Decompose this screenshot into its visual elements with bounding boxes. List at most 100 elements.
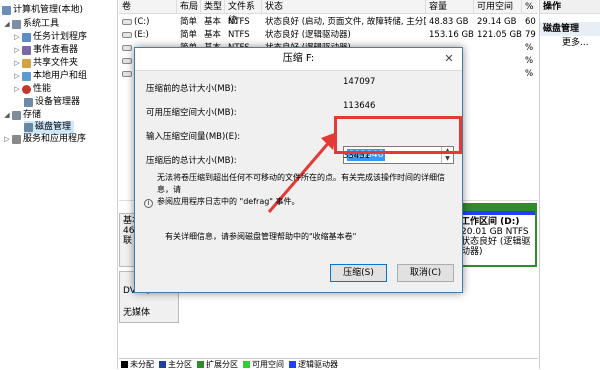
chevron-down-icon[interactable]: ◢ xyxy=(4,109,10,122)
partition-d[interactable]: 工作区间 (D:) 20.01 GB NTFS 状态良好 (逻辑驱动器) xyxy=(455,209,537,267)
available-size-value: 113646 xyxy=(343,101,376,111)
percent-cell: 79 xyxy=(525,30,536,40)
before-size-value: 147097 xyxy=(343,77,376,87)
status-cell: 状态良好 (逻辑驱动器) xyxy=(265,30,351,40)
tree-item-label: 性能 xyxy=(33,84,52,94)
drive-icon xyxy=(122,44,132,51)
tree-item-label: 系统工具 xyxy=(23,19,60,29)
tree-item-device-manager[interactable]: 设备管理器 xyxy=(24,96,80,109)
disk-icon xyxy=(24,123,33,132)
tree-item-label: 共享文件夹 xyxy=(33,58,79,68)
tree-item-label: 设备管理器 xyxy=(35,97,81,107)
info-icon: i xyxy=(144,199,153,208)
tree-item-label: 事件查看器 xyxy=(33,45,79,55)
chevron-right-icon[interactable]: ▷ xyxy=(14,44,20,57)
status-cell: 状态良好 (启动, 页面文件, 故障转储, 主分区) xyxy=(265,17,426,27)
folder-icon xyxy=(22,59,31,68)
legend-swatch xyxy=(243,360,250,368)
no-media-label: 无媒体 xyxy=(123,308,151,318)
layout-cell: 简单 xyxy=(180,17,198,27)
column-header-percent[interactable]: % xyxy=(522,0,538,14)
shrink-button[interactable]: 压缩(S) xyxy=(330,264,387,282)
available-size-label: 可用压缩空间大小(MB): xyxy=(146,108,237,118)
chevron-right-icon[interactable]: ▷ xyxy=(14,31,20,44)
tree-item-shared-folders[interactable]: ▷ 共享文件夹 xyxy=(14,57,78,70)
tree-item-label: 本地用户和组 xyxy=(33,71,88,81)
type-cell: 基本 xyxy=(204,30,222,40)
dialog-body: 压缩前的总计大小(MB): 147097 可用压缩空间大小(MB): 11364… xyxy=(135,70,462,292)
legend-swatch xyxy=(197,360,204,368)
table-row[interactable]: (E:) 简单 基本 NTFS 状态良好 (逻辑驱动器) 153.16 GB 1… xyxy=(119,29,538,41)
chevron-right-icon[interactable]: ▷ xyxy=(14,57,20,70)
actions-pane: 操作 磁盘管理 更多... xyxy=(539,0,600,369)
tree-item-performance[interactable]: ▷ 性能 xyxy=(14,83,51,96)
services-icon xyxy=(12,135,21,144)
drive-icon xyxy=(122,18,132,25)
tree-item-local-users[interactable]: ▷ 本地用户和组 xyxy=(14,70,87,83)
column-header-status[interactable]: 状态 xyxy=(262,0,426,14)
dialog-title: 压缩 F: xyxy=(282,53,315,64)
close-icon[interactable]: ✕ xyxy=(442,48,456,70)
tree-item-services-apps[interactable]: ▷ 服务和应用程序 xyxy=(4,133,86,146)
shrink-amount-label: 输入压缩空间量(MB)(E): xyxy=(146,132,241,142)
legend-logical: 逻辑驱动器 xyxy=(289,359,338,369)
legend-swatch xyxy=(121,360,128,368)
after-size-label: 压缩后的总计大小(MB): xyxy=(146,156,237,166)
tree-item-computer-management[interactable]: 计算机管理(本地) xyxy=(2,4,83,17)
computer-icon xyxy=(2,6,11,15)
column-header-layout[interactable]: 布局 xyxy=(177,0,201,14)
dialog-title-bar[interactable]: 压缩 F: ✕ xyxy=(135,48,462,70)
legend-unallocated: 未分配 xyxy=(121,359,154,369)
column-header-volume[interactable]: 卷 xyxy=(119,0,177,14)
before-size-label: 压缩前的总计大小(MB): xyxy=(146,84,237,94)
tree-item-event-viewer[interactable]: ▷ 事件查看器 xyxy=(14,44,78,57)
help-text[interactable]: 有关详细信息，请参阅磁盘管理帮助中的"收缩基本卷" xyxy=(165,231,356,242)
partition-size: 20.01 GB NTFS xyxy=(461,227,529,237)
filesystem-cell: NTFS xyxy=(228,30,250,40)
free-space-cell: 121.05 GB xyxy=(477,30,522,40)
info-message: 无法将卷压缩到超出任何不可移动的文件所在的点。有关完成该操作时间的详细信息，请 … xyxy=(157,173,445,206)
chevron-right-icon[interactable]: ▷ xyxy=(14,83,20,96)
chevron-right-icon[interactable]: ▷ xyxy=(4,133,10,146)
device-manager-icon xyxy=(24,98,33,107)
chevron-right-icon[interactable]: ▷ xyxy=(14,70,20,83)
tree-item-label: 服务和应用程序 xyxy=(23,134,87,144)
computer-management-window: 计算机管理(本地) ◢ 系统工具 ▷ 任务计划程序 ▷ 事件查看器 ▷ 共享文件… xyxy=(0,0,600,369)
tools-icon xyxy=(12,20,21,29)
shrink-dialog: 压缩 F: ✕ 压缩前的总计大小(MB): 147097 可用压缩空间大小(MB… xyxy=(134,47,463,293)
tree-item-system-tools[interactable]: ◢ 系统工具 xyxy=(4,18,59,31)
tree-item-label: 计算机管理(本地) xyxy=(13,5,84,15)
clock-icon xyxy=(22,33,31,42)
partition-status: 状态良好 (逻辑驱动器) xyxy=(461,237,531,257)
performance-icon xyxy=(22,85,31,94)
percent-cell: % xyxy=(525,69,534,79)
capacity-cell: 48.83 GB xyxy=(429,17,469,27)
column-header-type[interactable]: 类型 xyxy=(201,0,225,14)
legend-primary: 主分区 xyxy=(159,359,192,369)
type-cell: 基本 xyxy=(204,17,222,27)
actions-more-link[interactable]: 更多... xyxy=(540,36,600,50)
drive-icon xyxy=(122,57,132,64)
tree-item-label: 任务计划程序 xyxy=(33,32,88,42)
storage-icon xyxy=(12,111,21,120)
filesystem-cell: NTFS xyxy=(228,17,250,27)
chevron-down-icon[interactable]: ◢ xyxy=(4,18,10,31)
legend-extended: 扩展分区 xyxy=(197,359,238,369)
column-header-free-space[interactable]: 可用空间 xyxy=(474,0,522,14)
column-header-filesystem[interactable]: 文件系统 xyxy=(225,0,262,26)
actions-section-disk-management[interactable]: 磁盘管理 xyxy=(540,22,600,36)
partition-title: 工作区间 (D:) xyxy=(461,217,520,227)
cancel-button[interactable]: 取消(C) xyxy=(397,264,454,282)
stepper-down-icon[interactable]: ▼ xyxy=(442,155,453,163)
legend-swatch xyxy=(289,360,296,368)
column-header-capacity[interactable]: 容量 xyxy=(426,0,474,14)
percent-cell: % xyxy=(525,56,534,66)
disk-legend: 未分配 主分区 扩展分区 可用空间 逻辑驱动器 xyxy=(119,358,538,369)
table-row[interactable]: (C:) 简单 基本 NTFS 状态良好 (启动, 页面文件, 故障转储, 主分… xyxy=(119,16,538,28)
navigation-tree: 计算机管理(本地) ◢ 系统工具 ▷ 任务计划程序 ▷ 事件查看器 ▷ 共享文件… xyxy=(0,0,118,369)
volume-list-header: 卷 布局 类型 文件系统 状态 容量 可用空间 % xyxy=(119,0,538,26)
percent-cell: % xyxy=(525,43,534,53)
highlight-box xyxy=(334,116,462,154)
tree-item-task-scheduler[interactable]: ▷ 任务计划程序 xyxy=(14,31,87,44)
drive-icon xyxy=(122,31,132,38)
